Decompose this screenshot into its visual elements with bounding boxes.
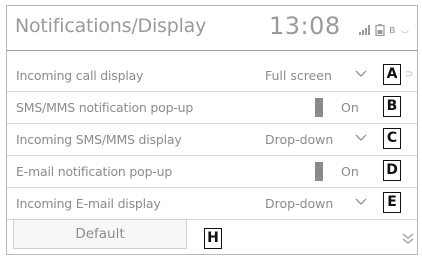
callout-label: D <box>383 160 401 181</box>
page-title: Notifications/Display <box>15 15 207 37</box>
callout-label: H <box>204 228 222 249</box>
default-button[interactable]: Default <box>13 219 187 249</box>
callout-label: E <box>383 192 401 213</box>
double-chevron-down-icon[interactable] <box>402 232 414 246</box>
callout-label: C <box>383 128 401 149</box>
callout-label: B <box>383 96 401 117</box>
header-bar: Notifications/Display 13:08 ʙ ◡ <box>7 6 417 51</box>
status-icons: ʙ ◡ <box>359 23 417 37</box>
setting-row-incoming-sms-display[interactable]: Incoming SMS/MMS display Drop-down C <box>7 124 417 156</box>
chevron-down-icon[interactable] <box>355 198 367 206</box>
dropdown-value[interactable]: Drop-down <box>265 132 333 147</box>
notifications-display-screen: Notifications/Display 13:08 ʙ ◡ Incoming… <box>6 5 418 255</box>
bluetooth-icon: ʙ <box>389 23 396 36</box>
toggle-indicator[interactable] <box>315 98 323 117</box>
setting-label: Incoming call display <box>16 68 144 83</box>
setting-row-email-notification-popup[interactable]: E-mail notification pop-up On D <box>7 156 417 188</box>
signal-icon <box>359 25 370 35</box>
clock: 13:08 <box>269 12 341 40</box>
callout-label: A <box>383 64 401 85</box>
chevron-down-icon[interactable] <box>355 70 367 78</box>
setting-row-incoming-email-display[interactable]: Incoming E-mail display Drop-down E <box>7 188 417 220</box>
setting-label: Incoming SMS/MMS display <box>16 132 182 147</box>
dropdown-value[interactable]: Full screen <box>265 68 332 83</box>
toggle-indicator[interactable] <box>315 162 323 181</box>
setting-label: SMS/MMS notification pop-up <box>16 100 194 115</box>
toggle-state[interactable]: On <box>341 164 359 179</box>
more-indicator-icon: ◡ <box>401 25 409 35</box>
dropdown-value[interactable]: Drop-down <box>265 196 333 211</box>
setting-row-incoming-call-display[interactable]: Incoming call display Full screen A ⊃ <box>7 60 417 92</box>
toggle-state[interactable]: On <box>341 100 359 115</box>
edge-indicator-icon: ⊃ <box>405 69 414 80</box>
chevron-down-icon[interactable] <box>355 134 367 142</box>
setting-row-sms-notification-popup[interactable]: SMS/MMS notification pop-up On B <box>7 92 417 124</box>
setting-label: E-mail notification pop-up <box>16 164 173 179</box>
setting-label: Incoming E-mail display <box>16 196 161 211</box>
battery-icon <box>375 24 385 36</box>
